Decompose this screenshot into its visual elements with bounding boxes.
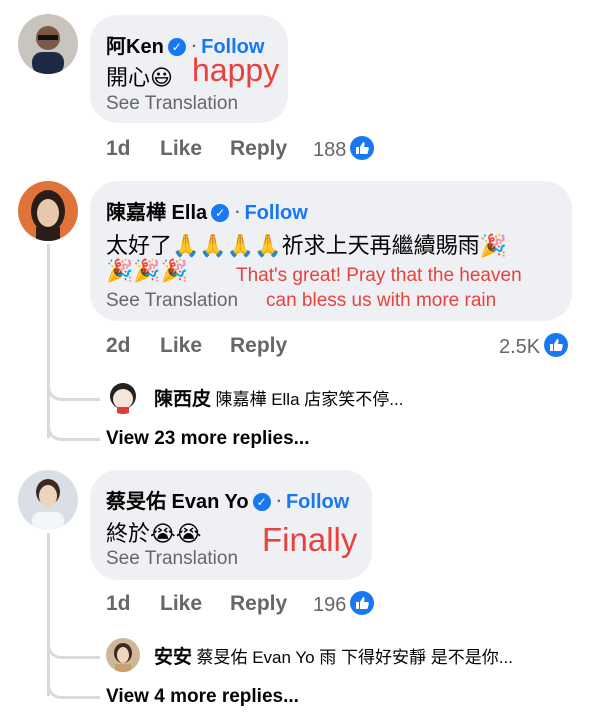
separator-dot: · — [235, 204, 241, 221]
follow-button[interactable]: Follow — [244, 202, 307, 224]
author-name[interactable]: 阿Ken — [106, 36, 164, 58]
thumbs-up-icon — [350, 591, 375, 615]
reply-preview[interactable]: 陳西皮 陳嘉樺 Ella 店家笑不停... — [154, 384, 403, 411]
reaction-count[interactable]: 188 — [313, 136, 375, 162]
comment-text: 太好了🙏🙏🙏🙏祈求上天再繼續賜雨🎉 — [106, 233, 508, 259]
avatar-evan[interactable] — [18, 470, 78, 530]
avatar-ella[interactable] — [18, 181, 78, 241]
thread-branch — [47, 630, 100, 659]
avatar-reply[interactable] — [106, 638, 140, 672]
verified-badge-icon: ✓ — [167, 38, 186, 56]
reply-text: 蔡旻佑 Evan Yo 雨 下得好安靜 是不是你... — [196, 648, 513, 667]
reply-button[interactable]: Reply — [230, 137, 287, 161]
follow-button[interactable]: Follow — [286, 491, 349, 513]
reply-button[interactable]: Reply — [230, 334, 287, 358]
timestamp[interactable]: 1d — [106, 592, 131, 616]
comment-text: 終於😭😭 — [106, 521, 202, 547]
see-translation-link[interactable]: See Translation — [106, 548, 238, 570]
grinning-emoji: 😃 — [150, 66, 173, 91]
view-more-replies-link[interactable]: View 4 more replies... — [106, 686, 299, 708]
see-translation-link[interactable]: See Translation — [106, 93, 238, 115]
reaction-count[interactable]: 196 — [313, 591, 375, 617]
view-more-replies-link[interactable]: View 23 more replies... — [106, 428, 309, 450]
reply-author[interactable]: 陳西皮 — [154, 389, 211, 410]
reaction-count[interactable]: 2.5K — [499, 333, 569, 359]
thumbs-up-icon — [350, 136, 375, 160]
verified-badge-icon: ✓ — [211, 204, 230, 222]
like-button[interactable]: Like — [160, 592, 202, 616]
avatar-ken[interactable] — [18, 14, 78, 74]
comment-text: 開心😃 — [106, 65, 173, 91]
folded-hands-emoji: 🙏🙏🙏🙏 — [172, 234, 282, 259]
reply-preview[interactable]: 安安 蔡旻佑 Evan Yo 雨 下得好安靜 是不是你... — [154, 642, 513, 669]
annotation-text: happy — [192, 52, 280, 88]
timestamp[interactable]: 1d — [106, 137, 131, 161]
thread-branch — [47, 372, 100, 401]
timestamp[interactable]: 2d — [106, 334, 131, 358]
reply-text: 陳嘉樺 Ella 店家笑不停... — [215, 390, 404, 409]
crying-face-emoji: 😭😭 — [150, 522, 202, 547]
thumbs-up-icon — [544, 333, 569, 357]
avatar-reply[interactable] — [106, 380, 140, 414]
see-translation-link[interactable]: See Translation — [106, 290, 238, 312]
party-popper-emoji: 🎉 — [479, 234, 508, 259]
author-name[interactable]: 蔡旻佑 Evan Yo — [106, 491, 249, 513]
author-name[interactable]: 陳嘉樺 Ella — [106, 202, 207, 224]
like-button[interactable]: Like — [160, 137, 202, 161]
thread-branch — [47, 668, 100, 699]
reply-author[interactable]: 安安 — [154, 647, 192, 668]
annotation-text: can bless us with more rain — [266, 290, 497, 311]
annotation-text: Finally — [262, 521, 358, 558]
thread-branch — [47, 410, 100, 441]
thread-line — [47, 244, 50, 438]
separator-dot: · — [276, 493, 282, 510]
annotation-text: That's great! Pray that the heaven — [236, 265, 522, 286]
reply-button[interactable]: Reply — [230, 592, 287, 616]
like-button[interactable]: Like — [160, 334, 202, 358]
party-popper-emoji: 🎉🎉🎉 — [106, 259, 189, 284]
verified-badge-icon: ✓ — [252, 493, 271, 511]
